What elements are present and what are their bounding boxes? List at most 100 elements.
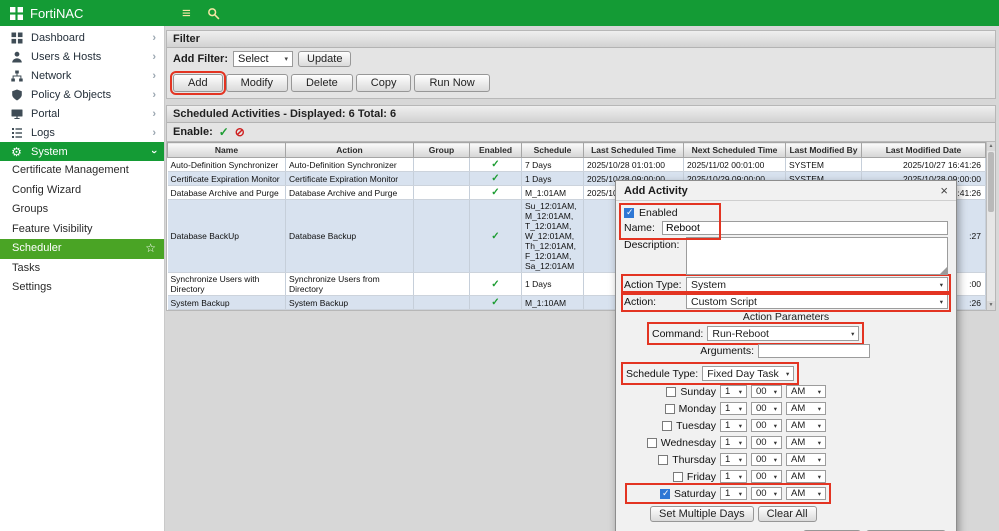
run-now-button[interactable]: Run Now [414,74,490,92]
tuesday-minute-select[interactable]: 00 ▾ [751,419,782,432]
monday-minute-select[interactable]: 00 ▾ [751,402,782,415]
tuesday-hour-select[interactable]: 1 ▾ [720,419,747,432]
col-name[interactable]: Name [167,142,286,158]
sunday-ampm-select[interactable]: AM ▾ [786,385,826,398]
schedule-type-label: Schedule Type: [626,367,699,380]
sidebar-item-settings[interactable]: Settings [0,278,164,298]
schedule-type-select[interactable]: Fixed Day Task ▾ [702,366,795,381]
star-icon[interactable]: ☆ [145,239,156,259]
col-last-modified-date[interactable]: Last Modified Date [861,142,986,158]
chevron-down-icon: ▾ [738,388,742,396]
monday-checkbox[interactable] [664,403,675,414]
sidebar-item-system[interactable]: ⚙ System › [0,142,164,161]
disable-all-icon[interactable]: ⊘ [235,125,245,139]
chevron-down-icon: ▾ [738,473,742,481]
sidebar-item-certificate-management[interactable]: Certificate Management [0,161,164,181]
tuesday-checkbox[interactable] [662,420,673,431]
name-input[interactable] [662,221,948,235]
menu-icon[interactable]: ≡ [182,6,191,21]
table-row[interactable]: Auto-Definition Synchronizer Auto-Defini… [167,157,986,172]
arguments-input[interactable] [758,344,870,358]
add-filter-row: Add Filter: Select ▾ Update [167,48,995,70]
day-row-saturday: Saturday 1▾ 00▾ AM▾ [625,483,948,504]
sidebar-item-config-wizard[interactable]: Config Wizard [0,181,164,201]
col-last-modified-by[interactable]: Last Modified By [785,142,862,158]
set-multiple-days-button[interactable]: Set Multiple Days [650,506,754,522]
action-select[interactable]: Custom Script ▾ [686,294,948,309]
gear-icon: ⚙ [11,144,22,159]
enable-all-icon[interactable]: ✓ [219,125,229,139]
sidebar-item-tasks[interactable]: Tasks [0,259,164,279]
saturday-hour-select[interactable]: 1 ▾ [720,487,747,500]
add-button[interactable]: Add [170,71,226,95]
monday-ampm-select[interactable]: AM ▾ [786,402,826,415]
saturday-minute-select[interactable]: 00 ▾ [751,487,782,500]
delete-button[interactable]: Delete [290,74,353,92]
thursday-checkbox[interactable] [658,454,669,465]
friday-hour-select[interactable]: 1 ▾ [720,470,747,483]
col-enabled[interactable]: Enabled [469,142,522,158]
sidebar-item-users-hosts[interactable]: Users & Hosts › [0,47,164,66]
wednesday-hour-select[interactable]: 1 ▾ [720,436,747,449]
scrollbar-thumb[interactable] [988,152,994,212]
col-last-scheduled[interactable]: Last Scheduled Time [583,142,684,158]
clear-all-button[interactable]: Clear All [757,506,817,522]
chevron-down-icon: ▾ [738,405,742,413]
sidebar-item-dashboard[interactable]: Dashboard › [0,28,164,47]
sidebar-item-groups[interactable]: Groups [0,200,164,220]
thursday-hour-select[interactable]: 1 ▾ [720,453,747,466]
saturday-checkbox[interactable] [659,488,670,499]
action-parameters-title: Action Parameters [742,311,830,323]
col-next-scheduled[interactable]: Next Scheduled Time [683,142,786,158]
wednesday-ampm-select[interactable]: AM ▾ [786,436,826,449]
sidebar-item-policy-objects[interactable]: Policy & Objects › [0,85,164,104]
modify-button[interactable]: Modify [225,74,288,92]
friday-minute-select[interactable]: 00 ▾ [751,470,782,483]
copy-button[interactable]: Copy [355,74,412,92]
friday-checkbox[interactable] [672,471,683,482]
vertical-scrollbar[interactable]: ▲ ▼ [986,142,995,310]
description-textarea[interactable] [686,237,948,275]
description-row: Description: [624,237,948,275]
close-icon[interactable]: × [940,183,948,198]
chevron-down-icon: ▾ [817,490,821,498]
saturday-ampm-select[interactable]: AM ▾ [786,487,826,500]
tuesday-ampm-select[interactable]: AM ▾ [786,419,826,432]
fortinac-logo-icon [10,6,23,20]
schedule-type-row: Schedule Type: Fixed Day Task ▾ [620,362,948,385]
command-select[interactable]: Run-Reboot ▾ [707,326,860,341]
chevron-down-icon: ▾ [773,405,777,413]
thursday-ampm-select[interactable]: AM ▾ [786,453,826,466]
friday-ampm-select[interactable]: AM ▾ [786,470,826,483]
scroll-up-icon[interactable]: ▲ [987,142,995,151]
enable-row: Enable: ✓ ⊘ [167,123,995,142]
chevron-down-icon: ▾ [773,456,777,464]
day-row-thursday: Thursday 1 ▾ 00 ▾ AM ▾ [628,452,948,467]
wednesday-checkbox[interactable] [646,437,657,448]
brand[interactable]: FortiNAC [10,6,168,21]
action-type-select[interactable]: System ▾ [686,277,948,292]
users-icon [10,51,23,63]
sidebar-item-network[interactable]: Network › [0,66,164,85]
sidebar-item-scheduler[interactable]: Scheduler ☆ [0,239,164,259]
sunday-minute-select[interactable]: 00 ▾ [751,385,782,398]
action-row: Action: Custom Script ▾ [621,291,951,312]
scroll-down-icon[interactable]: ▼ [987,301,995,310]
filter-panel-title: Filter [167,31,995,48]
col-action[interactable]: Action [285,142,414,158]
sunday-hour-select[interactable]: 1 ▾ [720,385,747,398]
filter-select[interactable]: Select ▾ [233,51,293,67]
col-schedule[interactable]: Schedule [521,142,584,158]
chevron-down-icon: ▾ [939,281,943,289]
search-icon[interactable] [207,7,220,20]
sidebar-item-portal[interactable]: Portal › [0,104,164,123]
update-button[interactable]: Update [298,51,352,67]
wednesday-minute-select[interactable]: 00 ▾ [751,436,782,449]
sunday-checkbox[interactable] [666,386,677,397]
thursday-minute-select[interactable]: 00 ▾ [751,453,782,466]
monday-hour-select[interactable]: 1 ▾ [720,402,747,415]
sidebar-item-logs[interactable]: Logs › [0,123,164,142]
enabled-checkbox[interactable] [624,207,634,218]
sidebar-item-feature-visibility[interactable]: Feature Visibility [0,220,164,240]
col-group[interactable]: Group [413,142,470,158]
